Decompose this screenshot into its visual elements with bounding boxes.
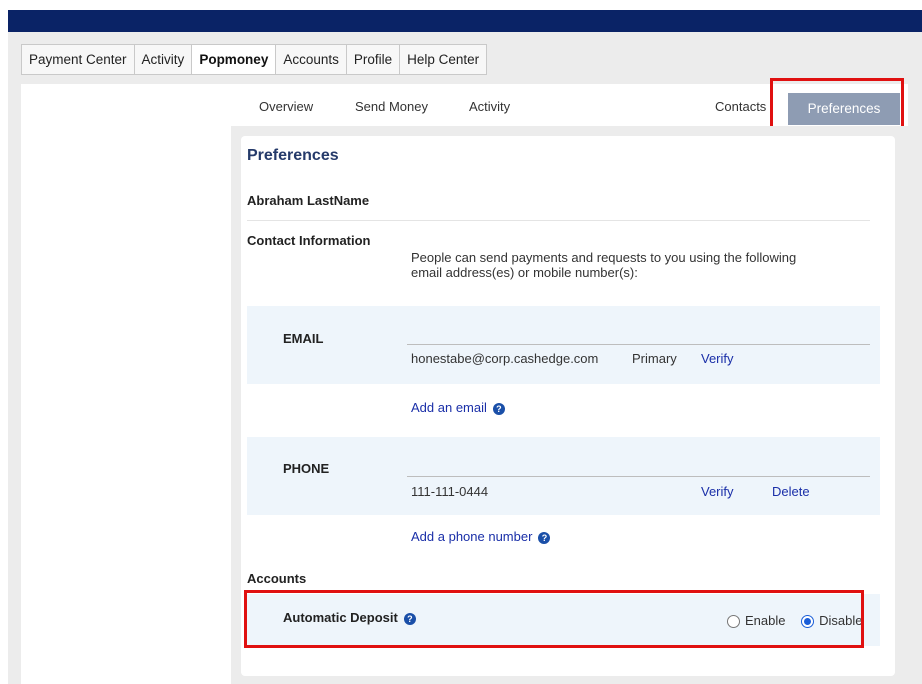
divider — [247, 220, 870, 221]
add-email-link[interactable]: Add an email — [411, 400, 487, 415]
nav-tab-activity[interactable]: Activity — [135, 45, 193, 74]
user-name: Abraham LastName — [247, 193, 370, 208]
phone-verify-link[interactable]: Verify — [701, 484, 734, 499]
top-header-bar — [8, 10, 922, 32]
page-title: Preferences — [247, 147, 339, 164]
nav-tab-accounts[interactable]: Accounts — [276, 45, 347, 74]
subnav-overview[interactable]: Overview — [259, 88, 313, 126]
phone-delete-link[interactable]: Delete — [772, 484, 810, 499]
add-phone-row: Add a phone number? — [411, 529, 551, 544]
enable-label[interactable]: Enable — [745, 613, 785, 628]
add-phone-link[interactable]: Add a phone number — [411, 529, 532, 544]
disable-label[interactable]: Disable — [819, 613, 862, 628]
email-verify-link[interactable]: Verify — [701, 351, 734, 366]
help-icon[interactable]: ? — [403, 612, 416, 625]
email-address: honestabe@corp.cashedge.com — [411, 351, 599, 366]
phone-number: 111-111-0444 — [411, 484, 489, 499]
email-label: EMAIL — [283, 331, 324, 346]
phone-divider — [407, 476, 870, 477]
subnav-send-money[interactable]: Send Money — [355, 88, 428, 126]
subnav-contacts[interactable]: Contacts — [715, 88, 766, 126]
auto-deposit-row: Automatic Deposit? — [283, 610, 416, 625]
help-icon[interactable]: ? — [492, 402, 505, 415]
email-status: Primary — [632, 351, 677, 366]
nav-tab-profile[interactable]: Profile — [347, 45, 401, 74]
disable-radio[interactable] — [801, 615, 815, 629]
accounts-label: Accounts — [247, 571, 307, 586]
auto-deposit-options: Enable Disable — [727, 613, 862, 629]
nav-tab-popmoney[interactable]: Popmoney — [192, 45, 277, 74]
contact-info-label: Contact Information — [247, 233, 371, 248]
add-email-row: Add an email? — [411, 400, 505, 415]
main-nav: Payment Center Activity Popmoney Account… — [21, 44, 488, 75]
subnav-activity[interactable]: Activity — [469, 88, 510, 126]
nav-tab-help-center[interactable]: Help Center — [400, 45, 486, 74]
contact-info-description: People can send payments and requests to… — [411, 250, 797, 280]
auto-deposit-label: Automatic Deposit — [283, 610, 398, 625]
nav-tab-payment-center[interactable]: Payment Center — [22, 45, 135, 74]
subnav-preferences-button[interactable]: Preferences — [788, 93, 900, 125]
email-divider — [407, 344, 870, 345]
phone-label: PHONE — [283, 461, 330, 476]
enable-radio[interactable] — [727, 615, 740, 629]
email-section — [247, 306, 880, 384]
help-icon[interactable]: ? — [538, 531, 551, 544]
